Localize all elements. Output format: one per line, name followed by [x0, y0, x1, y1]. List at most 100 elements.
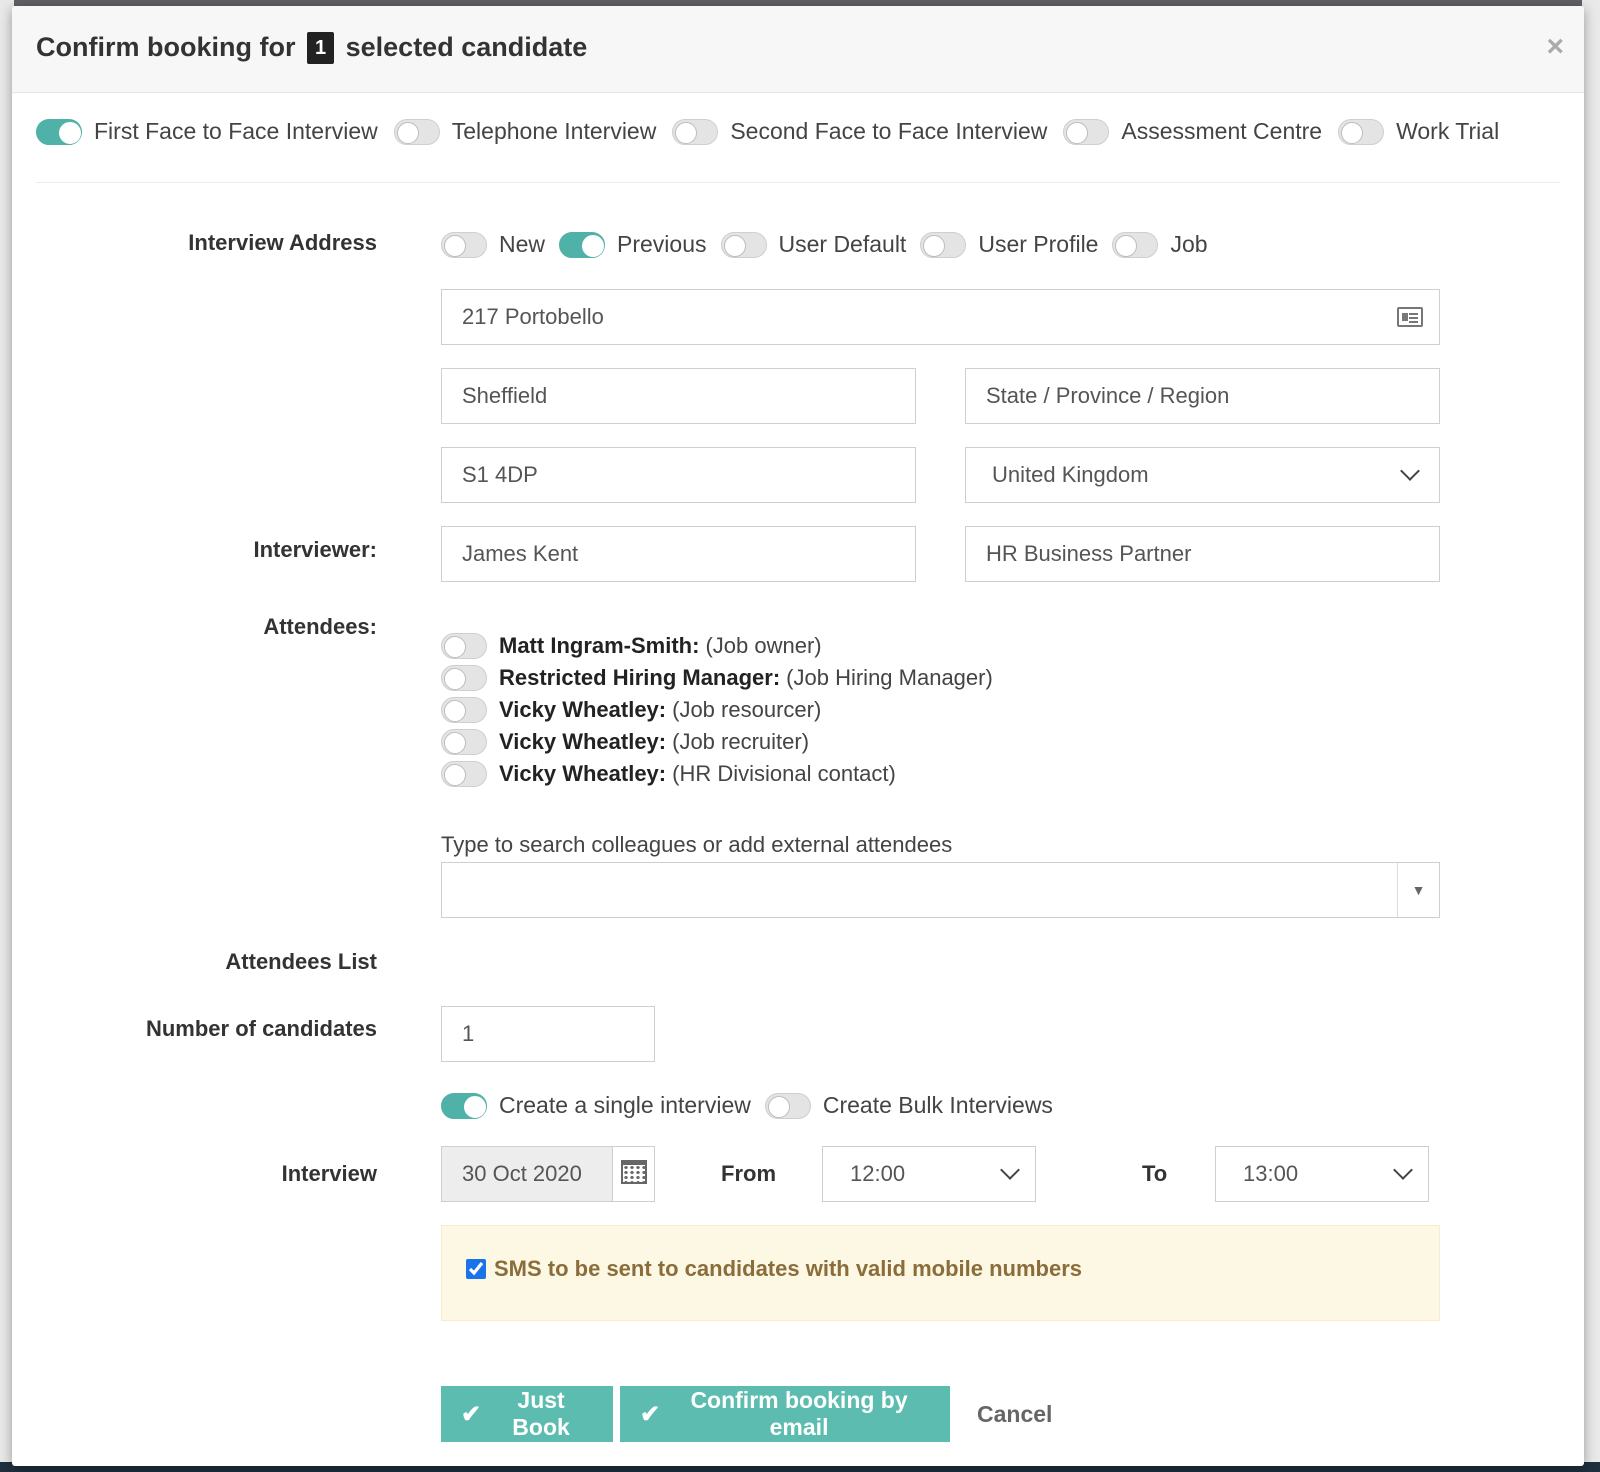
attendee-item[interactable]: Vicky Wheatley: (Job resourcer) — [441, 694, 993, 726]
postcode-field[interactable]: S1 4DP — [441, 447, 916, 503]
toggle-switch[interactable] — [441, 633, 487, 659]
attendee-item[interactable]: Restricted Hiring Manager: (Job Hiring M… — [441, 662, 993, 694]
option-label: Telephone Interview — [451, 118, 657, 144]
chevron-down-icon — [1393, 1160, 1413, 1180]
interviewer-name-value: James Kent — [462, 541, 579, 566]
interview-type-first-face-to-face[interactable]: First Face to Face Interview — [36, 118, 378, 145]
address-source-previous[interactable]: Previous — [559, 231, 707, 258]
country-select[interactable]: United Kingdom — [965, 447, 1440, 503]
sms-option[interactable]: SMS to be sent to candidates with valid … — [466, 1256, 1082, 1282]
confirm-booking-email-button[interactable]: ✔ Confirm booking by email — [620, 1386, 950, 1442]
just-book-button[interactable]: ✔ Just Book — [441, 1386, 613, 1442]
toggle-switch[interactable] — [441, 1092, 487, 1119]
attendee-name: Vicky Wheatley: — [499, 697, 667, 722]
modal-title: Confirm booking for 1 selected candidate — [36, 30, 587, 64]
toggle-switch[interactable] — [441, 231, 487, 258]
interviewer-role-value: HR Business Partner — [986, 541, 1192, 566]
toggle-switch[interactable] — [441, 665, 487, 691]
interview-date-field[interactable]: 30 Oct 2020 — [441, 1146, 655, 1202]
address-source-user-default[interactable]: User Default — [720, 231, 906, 258]
address-source-job[interactable]: Job — [1112, 231, 1208, 258]
toggle-switch[interactable] — [441, 761, 487, 787]
region-field[interactable]: State / Province / Region — [965, 368, 1440, 424]
interview-type-second-face-to-face[interactable]: Second Face to Face Interview — [672, 118, 1047, 145]
page-backdrop-right — [1582, 0, 1600, 1472]
interviewer-name-field[interactable]: James Kent — [441, 526, 916, 582]
calendar-button[interactable] — [612, 1147, 654, 1201]
check-icon: ✔ — [461, 1400, 482, 1428]
booking-modal: Confirm booking for 1 selected candidate… — [12, 6, 1584, 1466]
address-source-user-profile[interactable]: User Profile — [920, 231, 1098, 258]
option-label: Assessment Centre — [1121, 118, 1323, 144]
city-field[interactable]: Sheffield — [441, 368, 916, 424]
candidate-count-badge: 1 — [306, 32, 335, 64]
interview-type-assessment-centre[interactable]: Assessment Centre — [1063, 118, 1322, 145]
number-of-candidates-input[interactable]: 1 — [441, 1006, 655, 1062]
toggle-switch[interactable] — [441, 729, 487, 755]
sms-notice: SMS to be sent to candidates with valid … — [441, 1225, 1440, 1321]
region-placeholder: State / Province / Region — [986, 383, 1230, 408]
attendee-item[interactable]: Matt Ingram-Smith: (Job owner) — [441, 630, 993, 662]
mode-bulk-interviews[interactable]: Create Bulk Interviews — [764, 1092, 1053, 1119]
toggle-switch[interactable] — [441, 697, 487, 723]
sms-checkbox[interactable] — [466, 1259, 486, 1279]
option-label: Previous — [617, 231, 707, 257]
option-label: User Profile — [978, 231, 1099, 257]
interview-date-value: 30 Oct 2020 — [462, 1161, 582, 1186]
attendee-role: (HR Divisional contact) — [672, 761, 896, 786]
address-card-icon[interactable] — [1397, 307, 1423, 327]
address-source-new[interactable]: New — [441, 231, 545, 258]
to-time-select[interactable]: 13:00 — [1215, 1146, 1429, 1202]
dropdown-arrow-icon[interactable]: ▼ — [1397, 863, 1439, 917]
confirm-email-label: Confirm booking by email — [690, 1387, 908, 1440]
option-label: Second Face to Face Interview — [730, 118, 1048, 144]
toggle-switch[interactable] — [672, 118, 719, 145]
attendee-item[interactable]: Vicky Wheatley: (HR Divisional contact) — [441, 758, 993, 790]
from-time-value: 12:00 — [850, 1161, 906, 1186]
chevron-down-icon — [1400, 461, 1420, 481]
close-icon[interactable]: × — [1546, 30, 1564, 64]
attendee-role: (Job owner) — [705, 633, 822, 658]
attendee-item[interactable]: Vicky Wheatley: (Job recruiter) — [441, 726, 993, 758]
postcode-value: S1 4DP — [462, 462, 538, 487]
option-label: Job — [1170, 231, 1208, 257]
number-of-candidates-label: Number of candidates — [145, 1016, 377, 1041]
attendee-search-input[interactable] — [442, 863, 1382, 917]
interview-type-telephone[interactable]: Telephone Interview — [393, 118, 657, 145]
country-value: United Kingdom — [992, 462, 1149, 487]
toggle-switch[interactable] — [36, 118, 82, 145]
attendee-role: (Job recruiter) — [672, 729, 810, 754]
interview-type-options: First Face to Face Interview Telephone I… — [36, 118, 1515, 145]
interview-address-label: Interview Address — [188, 230, 377, 255]
attendee-name: Vicky Wheatley: — [499, 729, 667, 754]
to-label: To — [1142, 1161, 1168, 1186]
modal-header: Confirm booking for 1 selected candidate… — [12, 6, 1584, 93]
mode-single-interview[interactable]: Create a single interview — [441, 1092, 751, 1119]
chevron-down-icon — [1000, 1160, 1020, 1180]
option-label: New — [499, 231, 546, 257]
toggle-switch[interactable] — [1112, 231, 1159, 258]
cancel-button[interactable]: Cancel — [977, 1386, 1052, 1442]
toggle-switch[interactable] — [559, 231, 606, 258]
attendee-name: Matt Ingram-Smith: — [499, 633, 700, 658]
interviewer-role-field[interactable]: HR Business Partner — [965, 526, 1440, 582]
attendee-role: (Job resourcer) — [672, 697, 822, 722]
toggle-switch[interactable] — [720, 231, 767, 258]
attendees-list-label: Attendees List — [225, 949, 377, 974]
toggle-switch[interactable] — [1063, 118, 1110, 145]
address-line1-field[interactable]: 217 Portobello — [441, 289, 1440, 345]
toggle-switch[interactable] — [393, 118, 440, 145]
from-time-select[interactable]: 12:00 — [822, 1146, 1036, 1202]
interview-date-label: Interview — [281, 1161, 377, 1186]
option-label: Work Trial — [1396, 118, 1500, 144]
toggle-switch[interactable] — [920, 231, 967, 258]
option-label: First Face to Face Interview — [94, 118, 378, 144]
interview-type-work-trial[interactable]: Work Trial — [1338, 118, 1499, 145]
interviewer-label: Interviewer: — [253, 537, 378, 562]
attendee-search-box[interactable]: ▼ — [441, 862, 1440, 918]
attendees-list: Matt Ingram-Smith: (Job owner) Restricte… — [441, 630, 993, 790]
toggle-switch[interactable] — [764, 1092, 811, 1119]
attendees-label: Attendees: — [263, 614, 377, 639]
toggle-switch[interactable] — [1338, 118, 1385, 145]
section-divider — [36, 182, 1560, 183]
